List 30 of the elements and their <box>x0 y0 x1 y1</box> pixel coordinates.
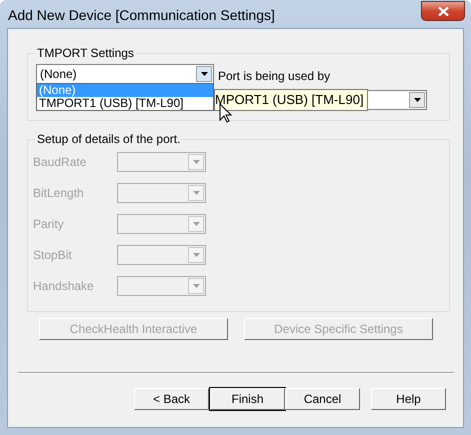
group-title: Setup of details of the port. <box>35 132 182 146</box>
dropdown-arrow-icon <box>192 284 200 288</box>
dropdown-arrow-icon <box>192 252 200 256</box>
field-label: Port is being used by <box>218 69 330 83</box>
tooltip: MPORT1 (USB) [TM-L90] <box>214 89 368 111</box>
dropdown-arrow-icon <box>192 222 200 226</box>
dropdown-arrow-icon <box>200 72 208 76</box>
close-button[interactable] <box>421 1 465 21</box>
close-icon <box>438 6 448 16</box>
dropdown[interactable] <box>117 214 206 234</box>
field-label: StopBit <box>33 248 73 262</box>
dropdown[interactable] <box>117 182 206 202</box>
dialog-button[interactable]: Help <box>371 388 446 410</box>
window-title: Add New Device [Communication Settings] <box>7 7 275 23</box>
port-dropdown[interactable]: (None) <box>36 64 214 84</box>
dialog-button[interactable]: < Back <box>134 388 209 410</box>
field-label: Handshake <box>33 278 95 292</box>
dropdown-arrow-icon <box>414 98 420 102</box>
field-label: BaudRate <box>33 154 88 168</box>
group-title: TMPORT Settings <box>35 46 136 60</box>
dropdown-arrow-icon <box>192 190 200 194</box>
pointer-icon <box>219 103 232 123</box>
field-label: Parity <box>33 216 65 230</box>
dropdown[interactable] <box>117 276 206 296</box>
field-label: BitLength <box>33 186 85 200</box>
dropdown[interactable] <box>117 152 206 172</box>
dialog-button[interactable]: Finish <box>210 388 285 410</box>
dialog-button[interactable]: Cancel <box>285 388 360 410</box>
dropdown-arrow-icon <box>192 160 200 164</box>
dropdown[interactable] <box>117 244 206 264</box>
